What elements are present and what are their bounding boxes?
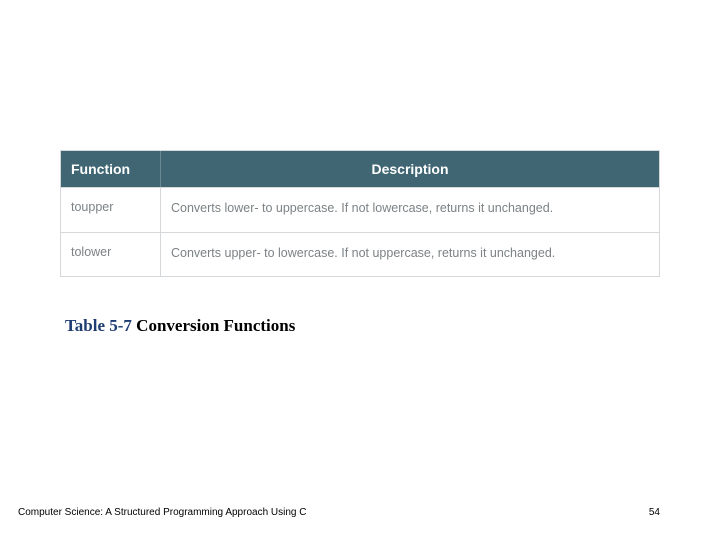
cell-description: Converts lower- to uppercase. If not low…: [161, 188, 659, 232]
table-caption: Table 5-7 Conversion Functions: [65, 316, 295, 336]
slide: Function Description toupper Converts lo…: [0, 0, 720, 540]
caption-rest: Conversion Functions: [132, 316, 295, 335]
cell-function: toupper: [61, 188, 161, 232]
footer-book-title: Computer Science: A Structured Programmi…: [18, 507, 306, 518]
table-body: toupper Converts lower- to uppercase. If…: [61, 187, 659, 276]
footer-page-number: 54: [649, 507, 660, 518]
cell-function: tolower: [61, 233, 161, 277]
table-row: tolower Converts upper- to lowercase. If…: [61, 232, 659, 277]
header-function: Function: [61, 151, 161, 187]
conversion-functions-table: Function Description toupper Converts lo…: [60, 150, 660, 277]
cell-description: Converts upper- to lowercase. If not upp…: [161, 233, 659, 277]
table-header-row: Function Description: [61, 151, 659, 187]
table-row: toupper Converts lower- to uppercase. If…: [61, 187, 659, 232]
header-description: Description: [161, 151, 659, 187]
caption-lead: Table 5-7: [65, 316, 132, 335]
